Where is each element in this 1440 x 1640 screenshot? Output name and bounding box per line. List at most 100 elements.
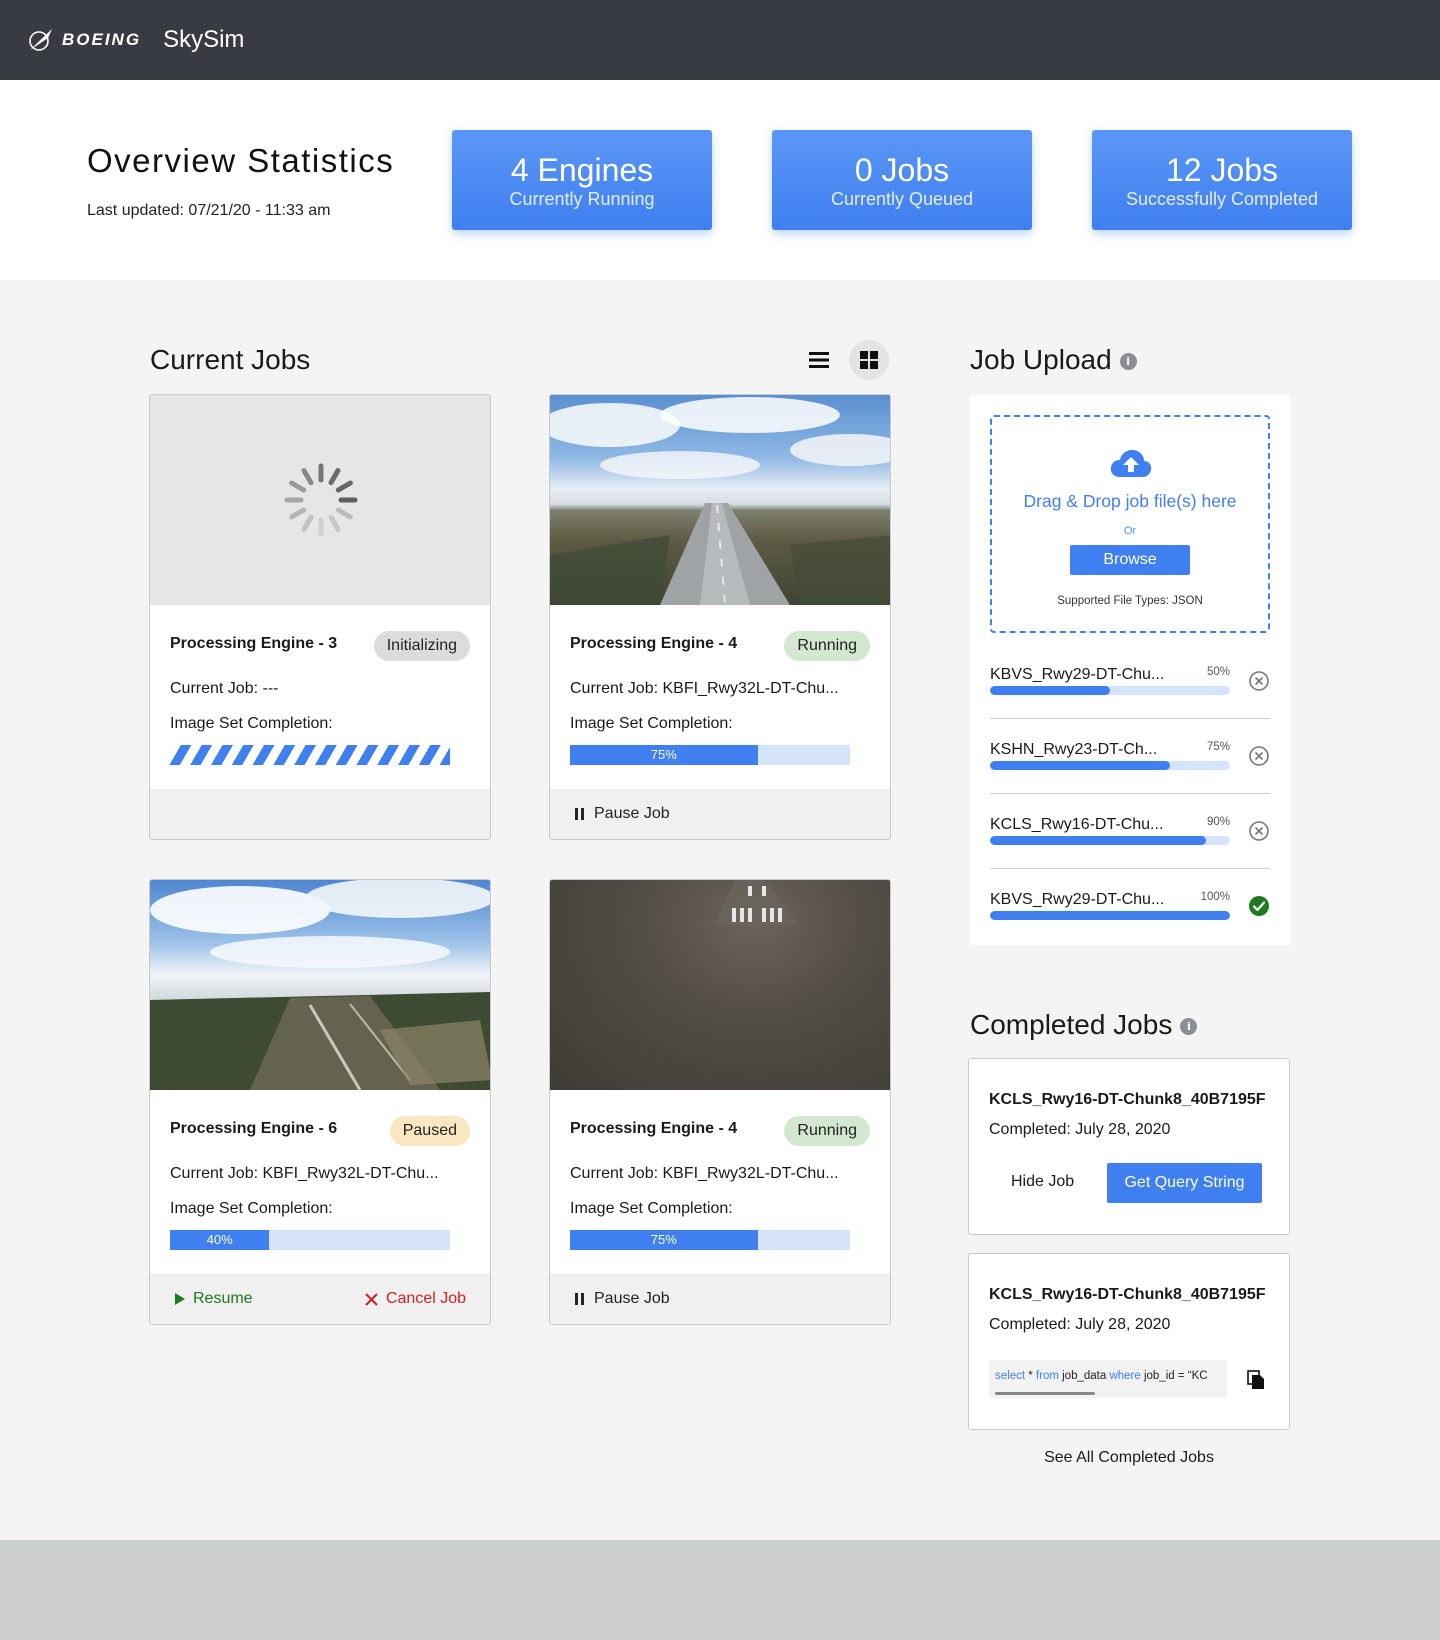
stat-value: 4 Engines [510,152,654,188]
overview-title: Overview Statistics [87,142,395,179]
resume-button[interactable]: Resume [174,1290,253,1308]
info-icon[interactable]: i [1119,353,1137,371]
get-query-string-button[interactable]: Get Query String [1107,1163,1262,1203]
upload-progress-bar [990,761,1230,770]
status-badge: Running [784,1116,870,1146]
completion-label: Image Set Completion: [570,715,733,732]
engine-name: Processing Engine - 4 [570,635,738,652]
job-upload-panel: Drag & Drop job file(s) here Or Browse S… [970,395,1290,945]
cancel-upload-icon[interactable] [1248,670,1270,692]
completed-date: Completed: July 28, 2020 [989,1316,1171,1333]
job-card: Processing Engine - 4 Running Current Jo… [549,879,891,1325]
query-keyword: from [1035,1370,1059,1382]
upload-file-name: KCLS_Rwy16-DT-Chu... [990,816,1164,833]
stat-jobs-queued[interactable]: 0 Jobs Currently Queued [772,130,1032,230]
app-name: SkySim [163,26,245,53]
upload-item: KCLS_Rwy16-DT-Chu... 90% [990,794,1270,869]
upload-item: KBVS_Rwy29-DT-Chu... 50% [990,644,1270,719]
boeing-logo[interactable]: BOEING [28,26,141,54]
completed-job-name: KCLS_Rwy16-DT-Chunk8_40B7195F [989,1091,1266,1108]
engine-name: Processing Engine - 4 [570,1120,738,1137]
status-badge: Initializing [373,631,470,661]
stat-value: 12 Jobs [1165,152,1279,188]
pause-icon [575,1293,584,1305]
check-circle-icon [1249,896,1269,916]
job-card: Processing Engine - 3 Initializing Curre… [149,394,491,840]
list-icon [809,352,829,368]
completed-job-card: KCLS_Rwy16-DT-Chunk8_40B7195F Completed:… [968,1058,1290,1235]
query-scrollbar[interactable] [995,1392,1095,1395]
card-footer: Pause Job [550,1274,890,1324]
job-thumbnail [550,880,890,1090]
progress-fill: 75% [570,1230,758,1250]
progress-bar: 75% [570,1230,850,1250]
progress-bar: 40% [170,1230,450,1250]
stat-label: Currently Queued [830,189,974,209]
completed-jobs-title: Completed Jobs [970,1009,1173,1040]
stat-jobs-completed[interactable]: 12 Jobs Successfully Completed [1092,130,1352,230]
engine-name: Processing Engine - 3 [170,635,338,652]
grid-view-button[interactable] [849,340,889,380]
job-card: Processing Engine - 4 Running Current Jo… [549,394,891,840]
upload-percent: 50% [1206,666,1230,678]
file-dropzone[interactable]: Drag & Drop job file(s) here Or Browse S… [990,415,1270,633]
page-footer [0,1540,1440,1640]
job-thumbnail [150,395,490,605]
engine-name: Processing Engine - 6 [170,1120,338,1137]
query-keyword: select [995,1370,1026,1382]
card-footer: Pause Job [550,789,890,839]
upload-progress-bar [990,836,1230,845]
progress-bar-indeterminate [170,745,450,765]
completion-label: Image Set Completion: [570,1200,733,1217]
cancel-upload-icon[interactable] [1248,820,1270,842]
top-bar: BOEING SkySim [0,0,1440,80]
completed-job-name: KCLS_Rwy16-DT-Chunk8_40B7195F [989,1286,1266,1303]
upload-percent: 100% [1200,891,1230,903]
upload-progress-fill [990,686,1110,695]
current-job: Current Job: --- [170,680,279,697]
upload-item: KBVS_Rwy29-DT-Chu... 100% [990,869,1270,944]
current-jobs-title: Current Jobs [150,344,311,375]
pause-job-button[interactable]: Pause Job [574,805,670,823]
current-job: Current Job: KBFI_Rwy32L-DT-Chu... [570,680,839,697]
completed-date: Completed: July 28, 2020 [989,1121,1171,1138]
info-icon[interactable]: i [1180,1018,1198,1036]
drop-instructions: Drag & Drop job file(s) here [1023,491,1237,511]
upload-file-name: KBVS_Rwy29-DT-Chu... [990,666,1165,683]
upload-item: KSHN_Rwy23-DT-Ch... 75% [990,719,1270,794]
see-all-completed-jobs-link[interactable]: See All Completed Jobs [968,1449,1290,1467]
loading-spinner-icon [284,463,358,537]
progress-bar: 75% [570,745,850,765]
upload-percent: 90% [1206,816,1230,828]
browse-button[interactable]: Browse [1070,545,1190,575]
hide-job-button[interactable]: Hide Job [1011,1173,1074,1191]
stat-engines-running[interactable]: 4 Engines Currently Running [452,130,712,230]
progress-fill: 40% [170,1230,270,1250]
stat-label: Successfully Completed [1125,189,1319,209]
cancel-job-button[interactable]: Cancel Job [365,1290,466,1308]
stat-value: 0 Jobs [854,152,950,188]
boeing-symbol-icon [29,29,52,51]
pause-job-button[interactable]: Pause Job [574,1290,670,1308]
progress-fill: 75% [570,745,758,765]
stat-label: Currently Running [509,189,655,209]
pause-job-label: Pause Job [594,1290,670,1307]
list-view-button[interactable] [799,340,839,380]
query-text: job_data [1058,1370,1110,1382]
completion-label: Image Set Completion: [170,715,333,732]
last-updated: Last updated: 07/21/20 - 11:33 am [87,202,331,219]
runway-approach-image [715,880,800,925]
copy-icon[interactable] [1247,1370,1265,1390]
job-thumbnail [550,395,890,605]
status-badge: Paused [389,1116,470,1146]
pause-icon [575,808,584,820]
card-footer [150,789,490,839]
upload-progress-bar [990,686,1230,695]
job-thumbnail [150,880,490,1090]
pause-job-label: Pause Job [594,805,670,822]
job-card: Processing Engine - 6 Paused Current Job… [149,879,491,1325]
cancel-upload-icon[interactable] [1248,745,1270,767]
upload-progress-fill [990,836,1206,845]
upload-progress-fill [990,761,1170,770]
job-upload-title: Job Upload [970,344,1112,375]
